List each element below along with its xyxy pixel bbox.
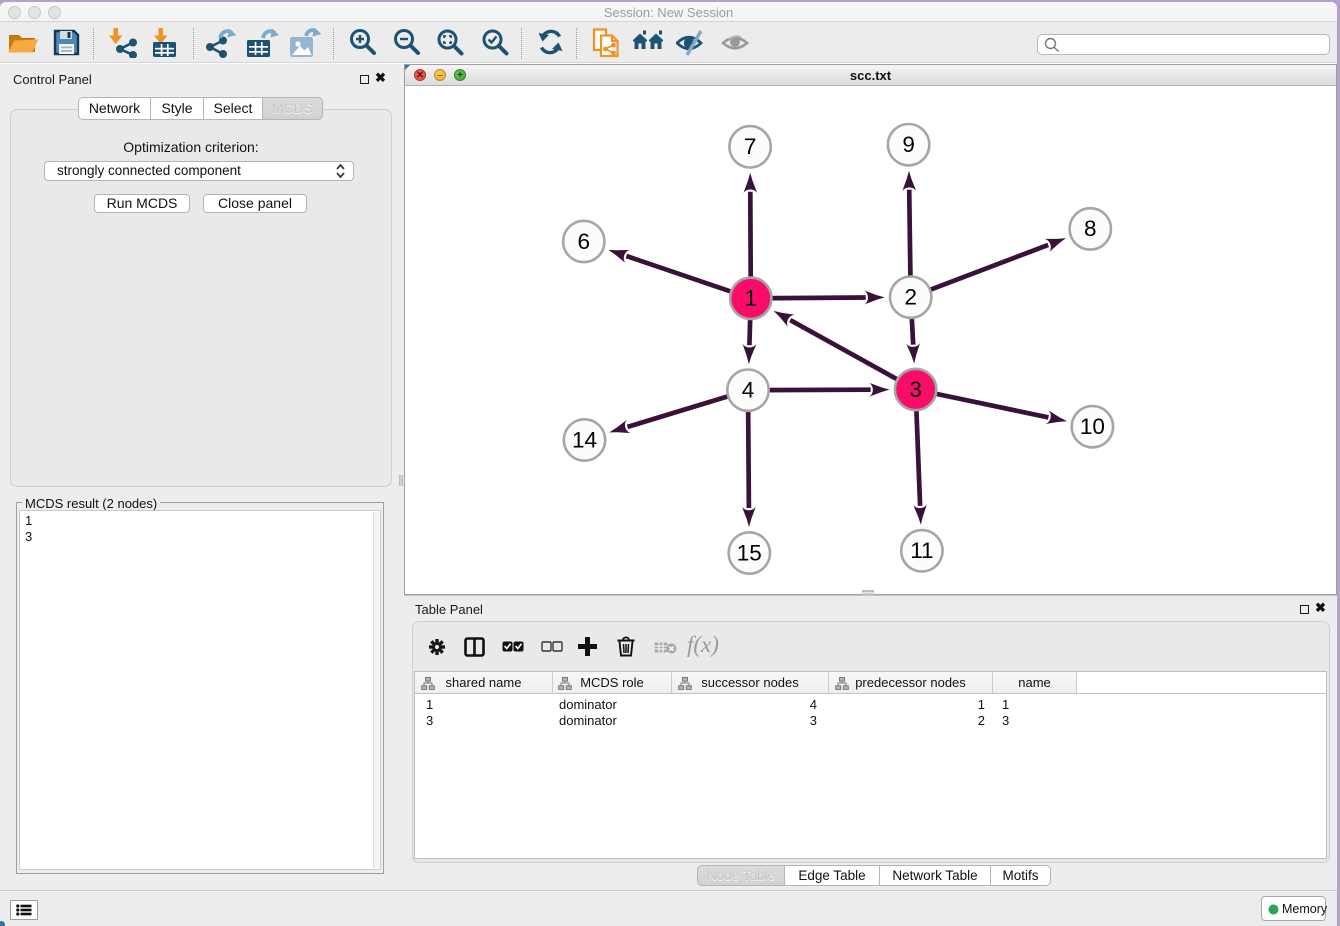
svg-text:6: 6 bbox=[578, 229, 591, 254]
svg-text:3: 3 bbox=[909, 377, 922, 402]
svg-text:8: 8 bbox=[1084, 216, 1097, 241]
svg-text:15: 15 bbox=[737, 540, 762, 565]
svg-text:11: 11 bbox=[910, 538, 933, 563]
svg-text:1: 1 bbox=[745, 286, 758, 311]
svg-text:7: 7 bbox=[744, 134, 757, 159]
svg-text:4: 4 bbox=[742, 378, 755, 403]
svg-text:9: 9 bbox=[902, 132, 915, 157]
svg-text:2: 2 bbox=[904, 285, 917, 310]
svg-text:10: 10 bbox=[1080, 414, 1105, 439]
svg-text:14: 14 bbox=[572, 427, 597, 452]
